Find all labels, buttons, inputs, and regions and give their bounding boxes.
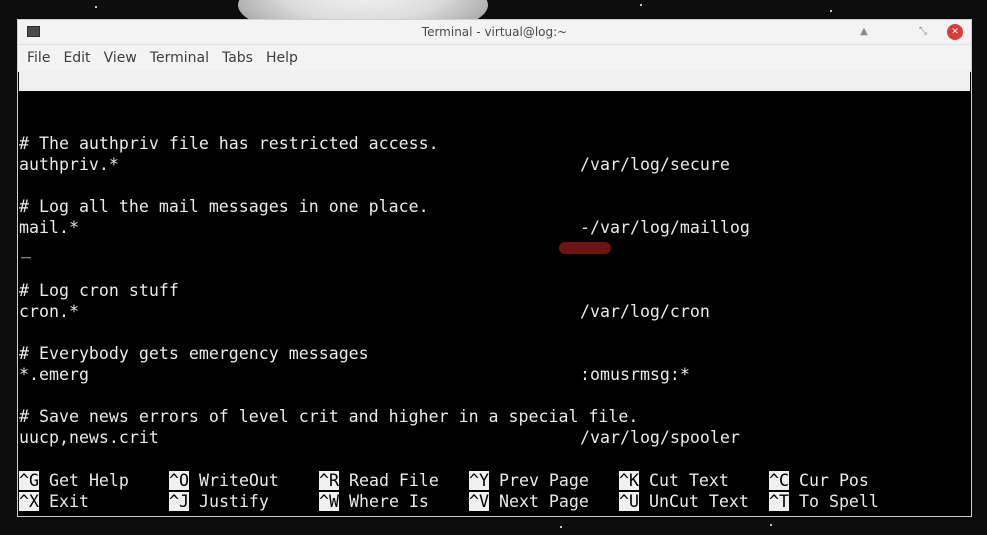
nano-file-label: File: /etc/rsyslog.conf bbox=[339, 113, 569, 132]
menu-tabs[interactable]: Tabs bbox=[217, 50, 258, 66]
shortcut-item[interactable]: ^K Cut Text bbox=[619, 470, 729, 491]
log-destination: /var/log/spooler bbox=[580, 428, 740, 447]
shortcut-key: ^J bbox=[169, 492, 189, 511]
terminal-window: Terminal - virtual@log:~ ▲ ⤡ ✕ File Edit… bbox=[17, 19, 972, 517]
shortcut-item[interactable]: ^C Cur Pos bbox=[769, 470, 869, 491]
menu-edit[interactable]: Edit bbox=[58, 50, 95, 66]
nano-version: GNU nano 2.3.1 bbox=[39, 92, 179, 111]
editor-line[interactable]: # Log cron stuff bbox=[19, 280, 970, 301]
shortcut-label: Justify bbox=[198, 492, 269, 511]
shortcut-label: To Spell bbox=[798, 492, 879, 511]
shortcut-item[interactable]: ^X Exit bbox=[19, 491, 89, 512]
editor-line[interactable]: # Log all the mail messages in one place… bbox=[19, 196, 970, 217]
shortcut-key: ^T bbox=[769, 492, 789, 511]
shortcut-item[interactable]: ^V Next Page bbox=[469, 491, 589, 512]
star-decoration bbox=[560, 526, 562, 528]
line-text: uucp,news.crit bbox=[19, 428, 159, 447]
editor-line[interactable]: *.emerg :omusrmsg:* bbox=[19, 364, 970, 385]
star-decoration bbox=[640, 4, 642, 6]
shortcut-label: Prev Page bbox=[498, 471, 589, 490]
log-destination: -/var/log/maillog bbox=[580, 218, 750, 237]
close-icon[interactable]: ✕ bbox=[947, 24, 963, 40]
shortcut-label: Exit bbox=[48, 492, 89, 511]
log-destination: /var/log/cron bbox=[580, 302, 710, 321]
title-bar[interactable]: Terminal - virtual@log:~ ▲ ⤡ ✕ bbox=[18, 20, 971, 45]
editor-line[interactable]: # Everybody gets emergency messages bbox=[19, 343, 970, 364]
editor-line[interactable]: cron.* /var/log/cron bbox=[19, 301, 970, 322]
line-text: authpriv.* bbox=[19, 155, 119, 174]
shortcut-label: Read File bbox=[348, 471, 439, 490]
menu-terminal[interactable]: Terminal bbox=[145, 50, 214, 66]
shortcut-key: ^V bbox=[469, 492, 489, 511]
shortcut-label: Next Page bbox=[498, 492, 589, 511]
editor-line[interactable]: # Save news errors of level crit and hig… bbox=[19, 406, 970, 427]
terminal-area[interactable]: GNU nano 2.3.1 File: /etc/rsyslog.conf #… bbox=[19, 70, 970, 515]
line-text: cron.* bbox=[19, 302, 79, 321]
shortcut-key: ^U bbox=[619, 492, 639, 511]
restore-icon[interactable]: ⤡ bbox=[915, 24, 931, 40]
menu-help[interactable]: Help bbox=[261, 50, 303, 66]
shortcut-item[interactable]: ^G Get Help bbox=[19, 470, 129, 491]
shortcut-label: Get Help bbox=[48, 471, 129, 490]
menu-bar: File Edit View Terminal Tabs Help bbox=[18, 45, 971, 72]
line-text: mail.* bbox=[19, 218, 79, 237]
log-destination: /var/log/secure bbox=[580, 155, 730, 174]
line-text: # Save news errors of level crit and hig… bbox=[19, 407, 639, 426]
line-text: # Log cron stuff bbox=[19, 281, 179, 300]
star-decoration bbox=[770, 524, 772, 526]
editor-line[interactable]: mail.* -/var/log/maillog bbox=[19, 217, 970, 238]
menu-view[interactable]: View bbox=[99, 50, 142, 66]
shortcut-item[interactable]: ^J Justify bbox=[169, 491, 269, 512]
shortcut-item[interactable]: ^O WriteOut bbox=[169, 470, 279, 491]
shortcut-item[interactable]: ^T To Spell bbox=[769, 491, 879, 512]
shortcut-key: ^K bbox=[619, 471, 639, 490]
nano-header-bar: GNU nano 2.3.1 File: /etc/rsyslog.conf bbox=[19, 70, 970, 132]
red-highlight-mark bbox=[559, 242, 611, 254]
shortcut-label: UnCut Text bbox=[648, 492, 749, 511]
shortcut-key: ^C bbox=[769, 471, 789, 490]
editor-line[interactable]: _ bbox=[19, 238, 970, 259]
text-cursor: _ bbox=[21, 239, 31, 258]
shortcut-label: Where Is bbox=[348, 492, 429, 511]
shortcut-key: ^R bbox=[319, 471, 339, 490]
shortcut-key: ^W bbox=[319, 492, 339, 511]
line-text: *.emerg bbox=[19, 365, 89, 384]
menu-file[interactable]: File bbox=[22, 50, 55, 66]
shortcut-row: ^X Exit ^J Justify ^W Where Is ^V Next Page… bbox=[19, 491, 972, 512]
editor-line[interactable]: authpriv.* /var/log/secure bbox=[19, 154, 970, 175]
shortcut-label: WriteOut bbox=[198, 471, 279, 490]
shortcut-key: ^G bbox=[19, 471, 39, 490]
shortcut-key: ^X bbox=[19, 492, 39, 511]
window-title: Terminal - virtual@log:~ bbox=[421, 25, 568, 39]
shortcut-item[interactable]: ^R Read File bbox=[319, 470, 439, 491]
line-text: # Log all the mail messages in one place… bbox=[19, 197, 429, 216]
editor-line[interactable]: # The authpriv file has restricted acces… bbox=[19, 133, 970, 154]
shortcut-key: ^O bbox=[169, 471, 189, 490]
star-decoration bbox=[830, 10, 832, 12]
line-text: # Everybody gets emergency messages bbox=[19, 344, 369, 363]
shortcut-item[interactable]: ^Y Prev Page bbox=[469, 470, 589, 491]
shortcut-label: Cur Pos bbox=[798, 471, 869, 490]
editor-line[interactable]: uucp,news.crit/var/log/spooler bbox=[19, 427, 970, 448]
line-text: # The authpriv file has restricted acces… bbox=[19, 134, 439, 153]
log-destination: :omusrmsg:* bbox=[580, 365, 690, 384]
shortcut-item[interactable]: ^W Where Is bbox=[319, 491, 429, 512]
minimize-icon[interactable]: ▲ bbox=[856, 24, 872, 40]
shortcut-key: ^Y bbox=[469, 471, 489, 490]
shortcut-item[interactable]: ^U UnCut Text bbox=[619, 491, 749, 512]
shortcut-row: ^G Get Help ^O WriteOut ^R Read File ^Y Pre… bbox=[19, 470, 972, 491]
shortcut-label: Cut Text bbox=[648, 471, 729, 490]
star-decoration bbox=[95, 6, 97, 8]
